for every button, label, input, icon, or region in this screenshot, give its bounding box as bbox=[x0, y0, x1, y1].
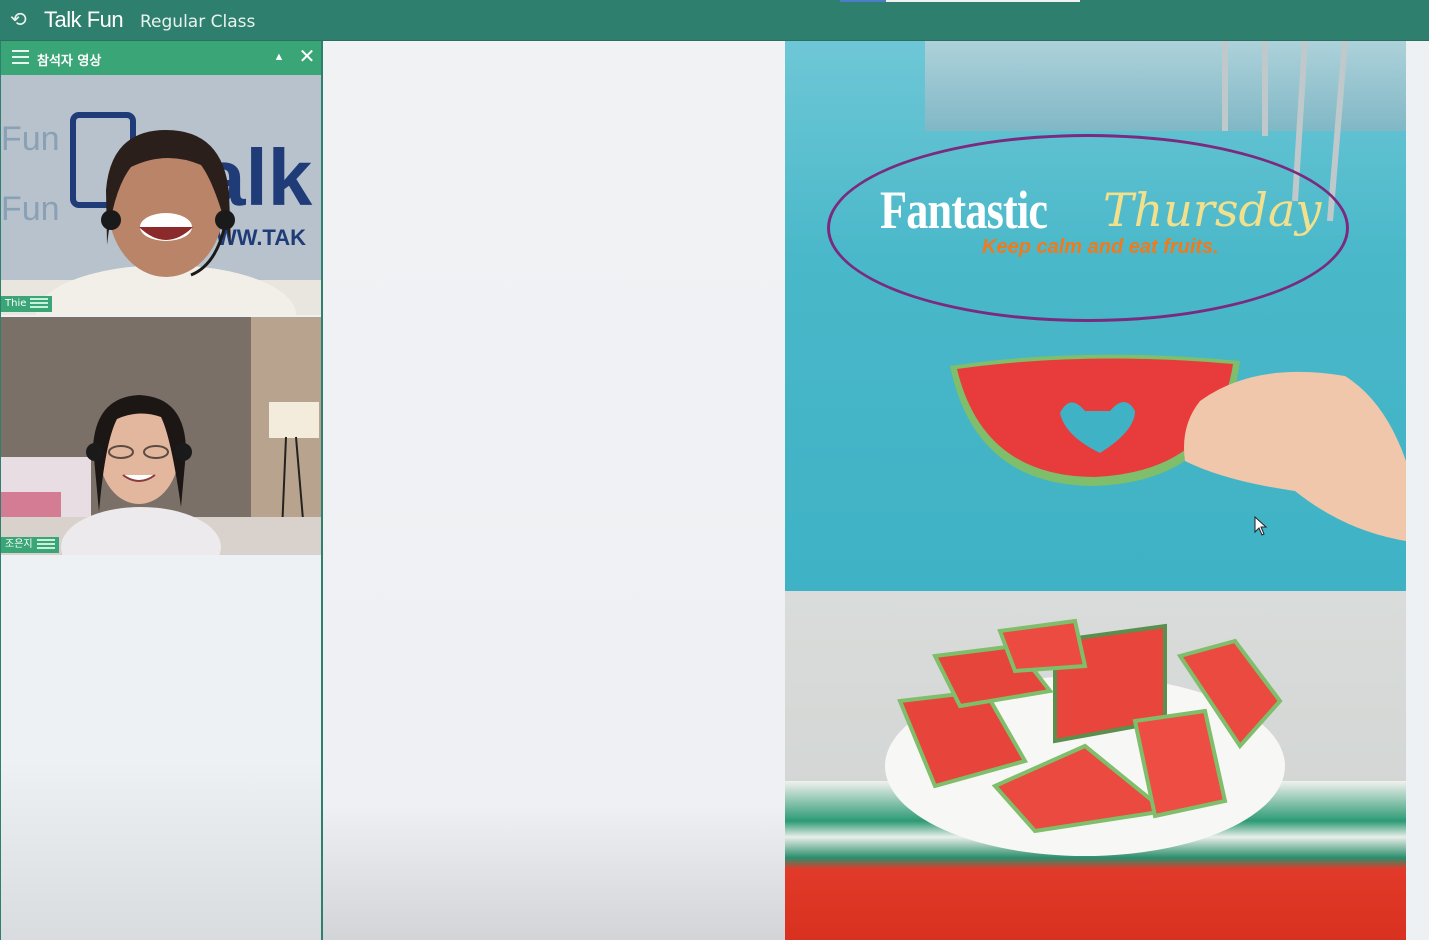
audio-level-icon bbox=[30, 298, 49, 308]
participant-name: 조은지 bbox=[5, 539, 33, 550]
teacher-video-feed: Fun Fun alk WW.TAK bbox=[1, 75, 321, 315]
pin-icon[interactable]: ▲ bbox=[272, 50, 286, 64]
participant-name-badge: 조은지 bbox=[1, 537, 59, 553]
hamburger-menu-icon[interactable] bbox=[12, 50, 29, 64]
class-name: Regular Class bbox=[140, 12, 256, 32]
whiteboard-area[interactable] bbox=[323, 41, 785, 940]
mouse-cursor-icon bbox=[1254, 516, 1268, 536]
presentation-slide: Fantastic Thursday Keep calm and eat fru… bbox=[785, 41, 1406, 940]
video-tile-student[interactable]: 조은지 bbox=[1, 317, 321, 555]
participants-panel-header: 참석자 영상 ▲ ✕ bbox=[1, 41, 321, 75]
video-tile-teacher[interactable]: Fun Fun alk WW.TAK Thie bbox=[1, 75, 321, 315]
participant-name-badge: Thie bbox=[1, 296, 53, 312]
slide-title-script: Thursday bbox=[1103, 183, 1322, 237]
app-brand: Talk Fun bbox=[44, 7, 124, 32]
participants-panel-title: 참석자 영상 bbox=[37, 54, 102, 69]
watermelon-plate bbox=[885, 618, 1285, 856]
student-video-feed bbox=[1, 317, 321, 555]
back-arrow-icon[interactable]: ⟲ bbox=[10, 8, 36, 32]
tab-indicator-track bbox=[886, 0, 1080, 2]
participants-panel: 참석자 영상 ▲ ✕ Fun Fun alk WW.TAK Thie 조은지 bbox=[0, 41, 323, 940]
tab-indicator bbox=[840, 0, 886, 2]
audio-level-icon bbox=[36, 539, 55, 549]
svg-text:Fun: Fun bbox=[1, 190, 60, 228]
slide-tagline: Keep calm and eat fruits. bbox=[982, 236, 1219, 258]
participant-name: Thie bbox=[5, 298, 27, 309]
top-bar: ⟲ Talk Fun Regular Class bbox=[0, 0, 1429, 41]
svg-text:Fun: Fun bbox=[1, 120, 60, 158]
slide-title-main: Fantastic bbox=[880, 180, 1048, 240]
close-icon[interactable]: ✕ bbox=[298, 47, 316, 67]
